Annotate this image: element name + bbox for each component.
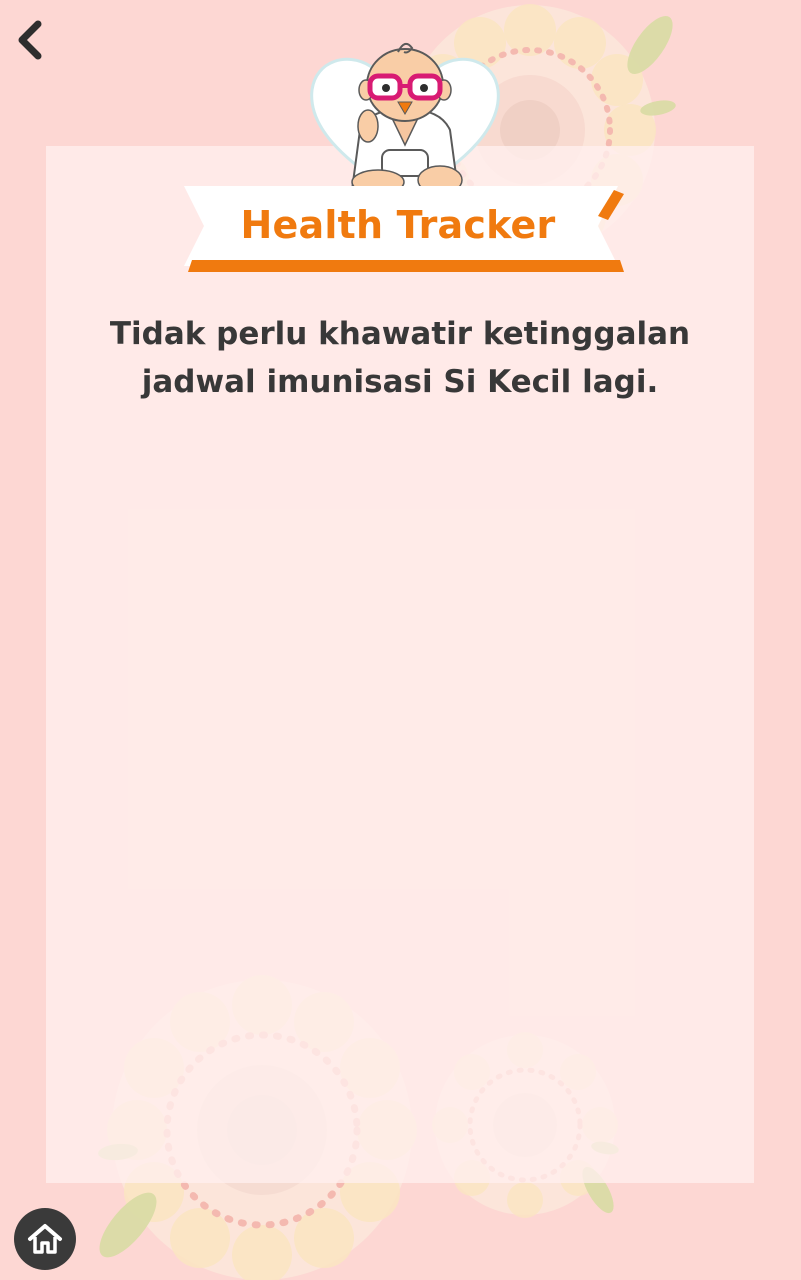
chevron-left-icon xyxy=(18,20,42,60)
description-line: jadwal imunisasi Si Kecil lagi. xyxy=(141,364,659,400)
description-text: Tidak perlu khawatir ketinggalan jadwal … xyxy=(70,310,730,406)
home-button[interactable] xyxy=(14,1208,76,1270)
baby-doctor-mascot xyxy=(310,42,500,200)
page-title: Health Tracker xyxy=(240,203,556,247)
home-icon xyxy=(28,1224,62,1254)
content-card xyxy=(46,146,754,1183)
description-line: Tidak perlu khawatir ketinggalan xyxy=(109,316,691,352)
back-button[interactable] xyxy=(8,16,52,64)
